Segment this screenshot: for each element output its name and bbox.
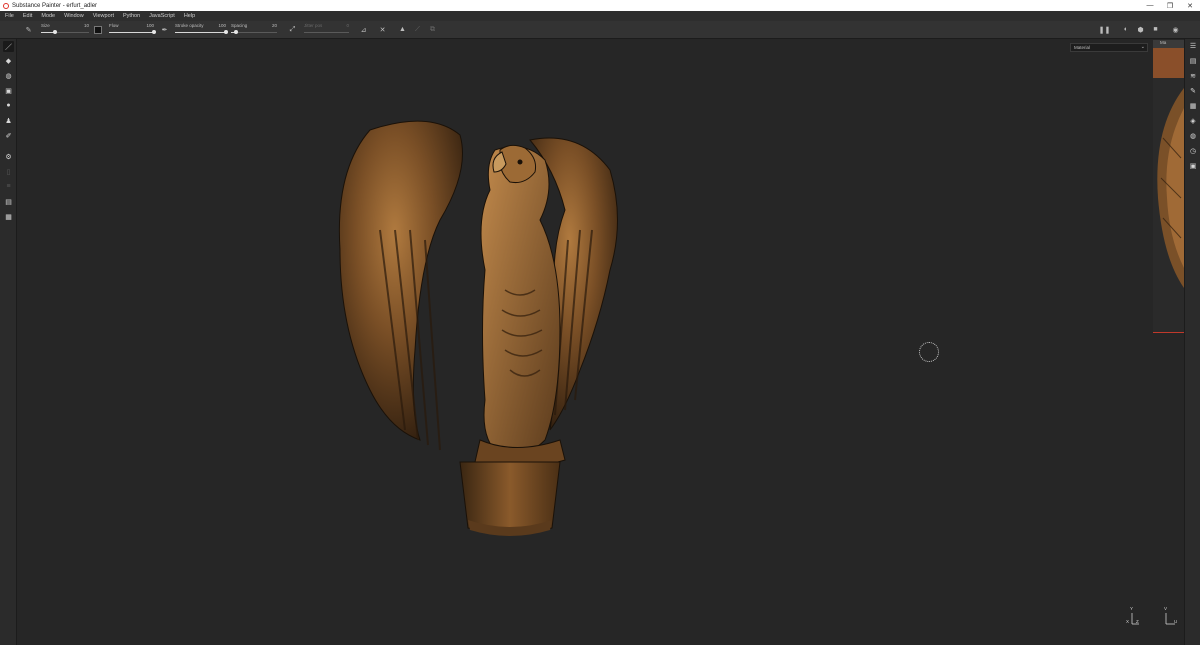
close-button[interactable]: ✕ xyxy=(1180,0,1200,11)
menu-bar: File Edit Mode Window Viewport Python Ja… xyxy=(0,11,1200,21)
brush-preset-icon[interactable]: ✎ xyxy=(24,25,33,34)
2d-view-preview[interactable]: Ma xyxy=(1153,40,1184,333)
paint-brush-icon[interactable]: ／ xyxy=(3,41,14,52)
axis-gizmo-uv: V U xyxy=(1163,606,1179,626)
eraser-icon[interactable]: ◆ xyxy=(3,55,14,66)
stroke-opacity-knob[interactable] xyxy=(224,30,228,34)
minimize-button[interactable]: — xyxy=(1140,0,1160,11)
ps-export-icon[interactable]: ▤ xyxy=(3,196,14,207)
spacing-label: Spacing xyxy=(231,23,248,28)
flow-fill xyxy=(109,32,154,33)
settings-icon[interactable]: ⚙ xyxy=(3,151,14,162)
jitter-slider[interactable]: Jitter pos 0 xyxy=(304,23,349,37)
alignment-uv-icon[interactable]: ⟋ xyxy=(413,25,422,34)
2d-view-header: Ma xyxy=(1153,40,1184,48)
video-icon[interactable]: ■ xyxy=(1151,25,1160,34)
brush-color-swatch[interactable] xyxy=(94,26,102,34)
restore-button[interactable]: ❐ xyxy=(1160,0,1180,11)
viewport-channel-dropdown[interactable]: Material ⌄ xyxy=(1070,43,1148,52)
smudge-icon[interactable]: ● xyxy=(3,100,14,111)
axis-y-label: Y xyxy=(1130,606,1134,611)
texture-set-list-icon[interactable]: ☰ xyxy=(1188,41,1198,51)
lazy-mouse-icon[interactable]: ⤢ xyxy=(288,25,297,34)
log-icon[interactable]: ▣ xyxy=(1188,161,1198,171)
flow-label: Flow xyxy=(109,23,119,28)
tool-properties-bar: ✎ Size 10 Flow 100 ✒ Stroke opacity 100 … xyxy=(0,21,1200,39)
stroke-opacity-slider[interactable]: Stroke opacity 100 xyxy=(175,23,228,37)
menu-mode[interactable]: Mode xyxy=(41,13,55,19)
menu-javascript[interactable]: JavaScript xyxy=(149,13,175,19)
menu-help[interactable]: Help xyxy=(184,13,195,19)
layers-icon[interactable]: ≋ xyxy=(1188,71,1198,81)
left-toolbar: ／ ◆ ◍ ▣ ● ♟ ✐ ⚙ ▯ ≡ ▤ ▦ xyxy=(0,39,17,645)
size-value: 10 xyxy=(83,23,89,28)
color-picker-icon[interactable]: ✐ xyxy=(3,130,14,141)
chevron-down-icon: ⌄ xyxy=(1140,44,1145,50)
camera-3d-icon[interactable]: ⬢ xyxy=(1136,25,1145,34)
clone-stamp-icon[interactable]: ♟ xyxy=(3,115,14,126)
menu-python[interactable]: Python xyxy=(123,13,140,19)
mirror-icon[interactable]: ✕ xyxy=(378,25,387,34)
properties-icon[interactable]: ✎ xyxy=(1188,86,1198,96)
clipboard-icon[interactable]: ▦ xyxy=(3,211,14,222)
viewer-settings-icon[interactable]: ◍ xyxy=(1188,131,1198,141)
size-knob[interactable] xyxy=(53,30,58,34)
flow-value: 100 xyxy=(146,23,154,28)
stroke-opacity-fill xyxy=(175,32,226,33)
title-bar: Substance Painter - erfurt_adler — ❐ ✕ xyxy=(0,0,1200,11)
axis-z-label: Z xyxy=(1136,619,1139,624)
spacing-knob[interactable] xyxy=(233,30,238,34)
jitter-label: Jitter pos xyxy=(304,23,323,28)
spacing-value: 20 xyxy=(271,23,277,28)
2d-view-tab-label: Ma xyxy=(1160,40,1167,45)
flow-knob[interactable] xyxy=(152,30,156,34)
stroke-opacity-value: 100 xyxy=(218,23,226,28)
eagle-model-render[interactable] xyxy=(310,110,630,540)
right-panel-bar: ☰ ▤ ≋ ✎ ▦ ◈ ◍ ◷ ▣ xyxy=(1184,39,1200,645)
dim-icon-1: ▯ xyxy=(6,168,11,176)
backface-icon[interactable]: ⧉ xyxy=(428,25,437,34)
jitter-value: 0 xyxy=(346,23,349,28)
history-icon[interactable]: ◷ xyxy=(1188,146,1198,156)
dim-icon-2: ≡ xyxy=(6,183,11,190)
menu-window[interactable]: Window xyxy=(64,13,84,19)
geometry-mask-icon[interactable]: ▣ xyxy=(3,85,14,96)
menu-file[interactable]: File xyxy=(5,13,14,19)
axis-gizmo-3d: Y X Z xyxy=(1125,606,1141,626)
viewport-channel-value: Material xyxy=(1074,45,1091,50)
pause-render-icon[interactable]: ❚❚ xyxy=(1099,25,1111,34)
flow-slider[interactable]: Flow 100 xyxy=(109,23,156,37)
substance-logo-icon xyxy=(3,2,9,9)
window-title: Substance Painter - erfurt_adler xyxy=(12,2,98,9)
brush-cursor xyxy=(919,342,939,362)
alignment-icon[interactable]: ▲ xyxy=(398,25,407,34)
size-label: Size xyxy=(41,23,50,28)
shader-settings-icon[interactable]: ◈ xyxy=(1188,116,1198,126)
texture-set-settings-icon[interactable]: ▤ xyxy=(1188,56,1198,66)
menu-viewport[interactable]: Viewport xyxy=(93,13,114,19)
screenshot-camera-icon[interactable]: ◉ xyxy=(1171,25,1180,34)
axis-v-label: V xyxy=(1164,606,1168,611)
axis-u-label: U xyxy=(1174,619,1178,624)
stroke-opacity-label: Stroke opacity xyxy=(175,23,204,28)
view-mode-icon[interactable]: ◐ xyxy=(1120,25,1132,34)
projection-icon[interactable]: ◍ xyxy=(3,70,14,81)
pen-pressure-icon[interactable]: ✒ xyxy=(160,25,169,34)
display-settings-icon[interactable]: ▦ xyxy=(1188,101,1198,111)
axis-x-label: X xyxy=(1126,619,1130,624)
menu-edit[interactable]: Edit xyxy=(23,13,32,19)
size-slider[interactable]: Size 10 xyxy=(41,23,89,37)
symmetry-icon[interactable]: ⊿ xyxy=(359,25,368,34)
spacing-slider[interactable]: Spacing 20 xyxy=(231,23,277,37)
